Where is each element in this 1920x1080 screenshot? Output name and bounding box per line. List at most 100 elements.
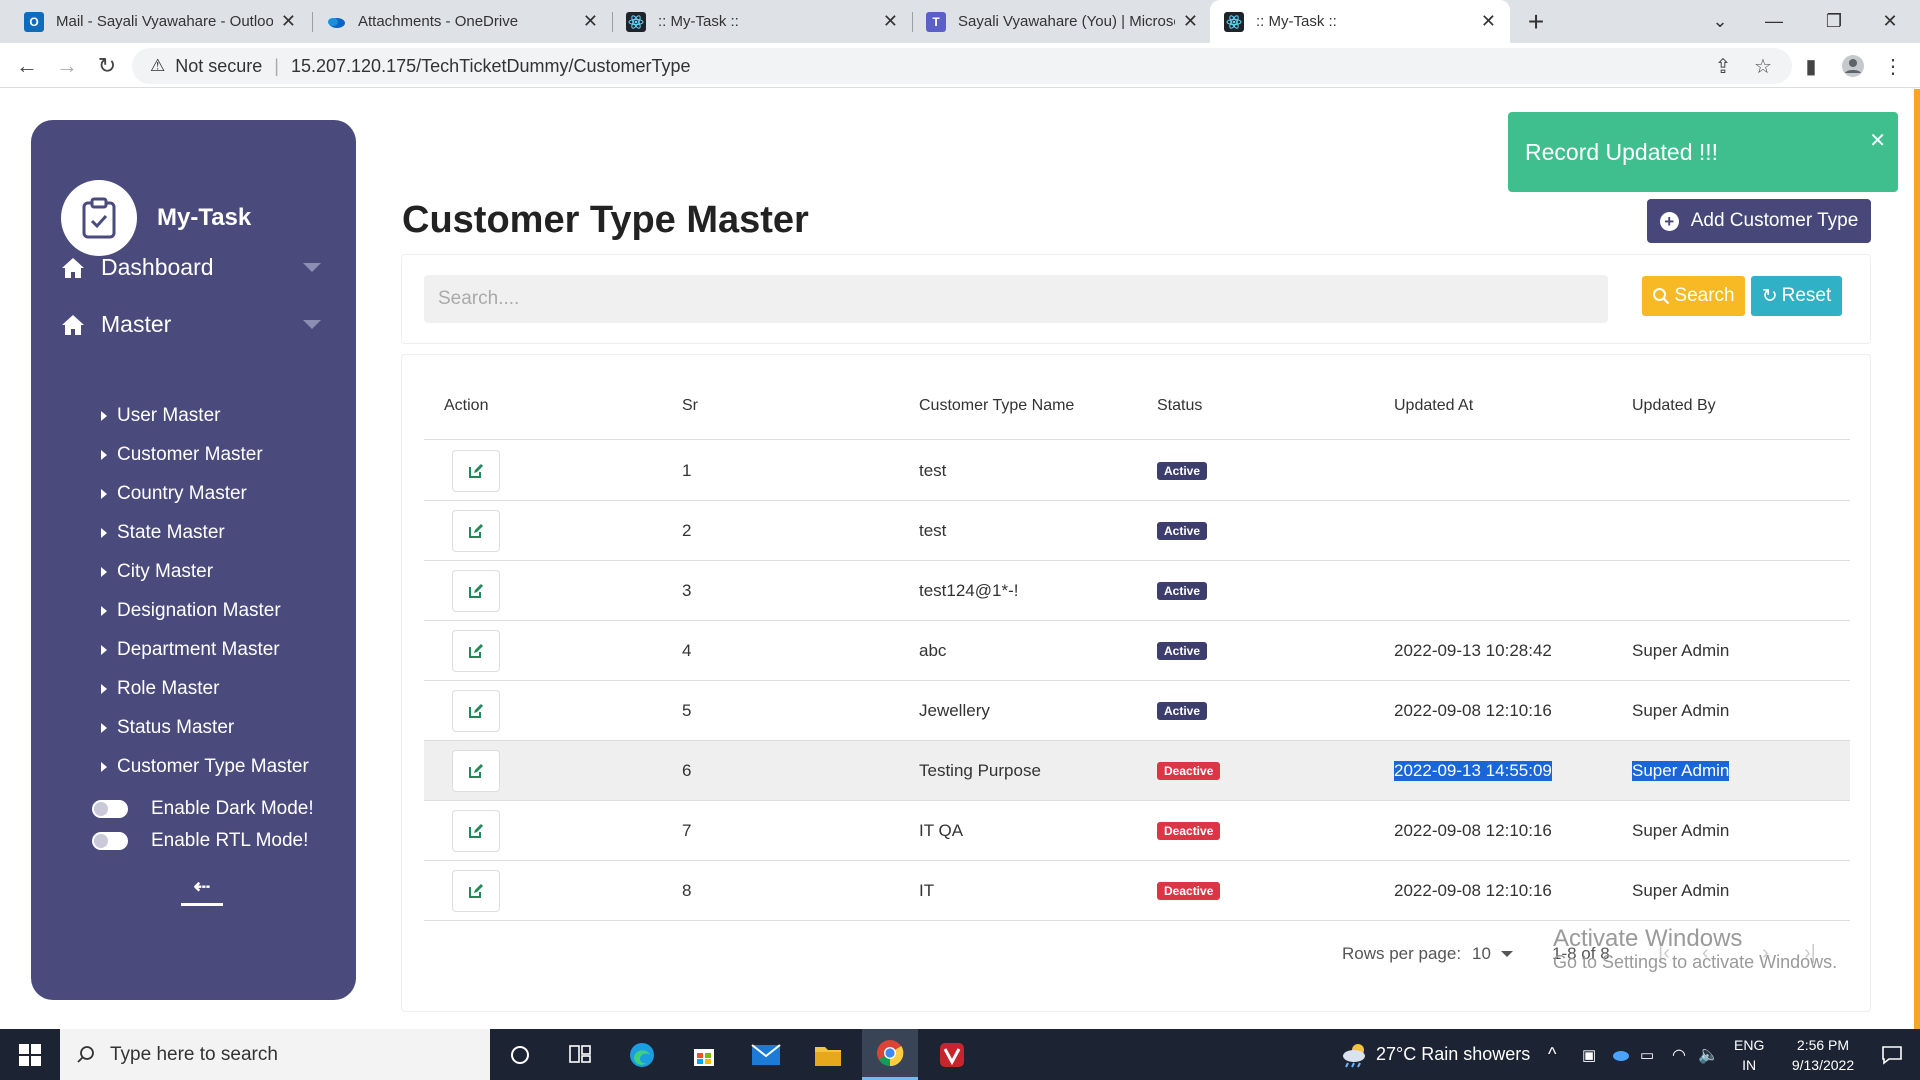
- collapse-sidebar-button[interactable]: ⇠: [179, 875, 225, 911]
- tab-close-icon[interactable]: ✕: [1183, 11, 1198, 32]
- edit-icon: [469, 824, 483, 838]
- tab-teams[interactable]: T Sayali Vyawahare (You) | Microsoft Tea…: [912, 0, 1212, 43]
- search-button[interactable]: Search: [1642, 276, 1745, 316]
- tray-network-device-icon[interactable]: ▣: [1582, 1029, 1596, 1080]
- status-badge: Deactive: [1157, 882, 1221, 900]
- chrome-icon[interactable]: [862, 1029, 918, 1080]
- notification-center-icon[interactable]: [1872, 1029, 1912, 1080]
- toggle-switch[interactable]: [92, 832, 128, 850]
- share-icon[interactable]: ⇪: [1708, 51, 1738, 81]
- file-explorer-icon[interactable]: [800, 1029, 856, 1080]
- home-icon: [61, 314, 87, 336]
- edit-icon: [469, 584, 483, 598]
- sidebar-item-role-master[interactable]: Role Master: [101, 669, 351, 708]
- sidebar-item-status-master[interactable]: Status Master: [101, 708, 351, 747]
- taskbar-search[interactable]: Type here to search: [60, 1029, 490, 1080]
- microsoft-store-icon[interactable]: [676, 1029, 732, 1080]
- cell-updated-by: Super Admin: [1632, 641, 1730, 660]
- onedrive-icon: [326, 12, 346, 32]
- add-customer-type-button[interactable]: + Add Customer Type: [1647, 199, 1871, 243]
- vivaldi-icon[interactable]: [924, 1029, 980, 1080]
- sidebar-item-designation-master[interactable]: Designation Master: [101, 591, 351, 630]
- tab-onedrive[interactable]: Attachments - OneDrive ✕: [312, 0, 612, 43]
- sidebar-item-user-master[interactable]: User Master: [101, 396, 351, 435]
- search-input[interactable]: [424, 275, 1608, 323]
- clipboard-check-icon: [61, 180, 137, 256]
- profile-avatar-icon[interactable]: [1838, 51, 1868, 81]
- windows-start-icon[interactable]: [8, 1037, 52, 1073]
- rows-per-page-select[interactable]: 10: [1472, 944, 1513, 964]
- edit-icon: [469, 884, 483, 898]
- sidebar-item-customer-type-master[interactable]: Customer Type Master: [101, 747, 351, 786]
- toggle-switch[interactable]: [92, 800, 128, 818]
- tab-close-icon[interactable]: ✕: [281, 11, 296, 32]
- close-icon[interactable]: ✕: [1869, 128, 1886, 153]
- tab-search-chevron-icon[interactable]: ⌄: [1690, 0, 1750, 43]
- side-panel-icon[interactable]: ▮: [1796, 51, 1826, 81]
- bookmark-star-icon[interactable]: ☆: [1748, 51, 1778, 81]
- tab-close-icon[interactable]: ✕: [883, 11, 898, 32]
- minimize-icon[interactable]: —: [1744, 0, 1804, 43]
- page-content: My-Task Dashboard Master User Master Cus…: [0, 89, 1920, 1029]
- reload-icon[interactable]: ↻: [92, 51, 122, 81]
- brand[interactable]: My-Task: [61, 180, 251, 256]
- tab-my-task-active[interactable]: :: My-Task :: ✕: [1210, 0, 1510, 43]
- cell-updated-at: 2022-09-08 12:10:16: [1394, 821, 1552, 840]
- weather-widget[interactable]: 27°C Rain showers: [1340, 1029, 1530, 1080]
- tab-close-icon[interactable]: ✕: [1481, 11, 1496, 32]
- sidebar-item-country-master[interactable]: Country Master: [101, 474, 351, 513]
- nav-dashboard[interactable]: Dashboard: [61, 254, 321, 281]
- sidebar-item-department-master[interactable]: Department Master: [101, 630, 351, 669]
- back-arrow-icon[interactable]: ←: [12, 51, 42, 81]
- language-indicator[interactable]: ENG IN: [1734, 1029, 1764, 1080]
- nav-master[interactable]: Master: [61, 311, 321, 338]
- window-close-icon[interactable]: ✕: [1860, 0, 1920, 43]
- cortana-icon[interactable]: [492, 1029, 548, 1080]
- page-scrollbar[interactable]: [1914, 89, 1920, 1029]
- nav-label: Dashboard: [101, 254, 214, 280]
- sidebar-item-customer-master[interactable]: Customer Master: [101, 435, 351, 474]
- cell-sr: 1: [682, 461, 692, 480]
- table-row: 5 Jewellery Active 2022-09-08 12:10:16 S…: [424, 681, 1850, 741]
- more-menu-icon[interactable]: ⋮: [1878, 51, 1908, 81]
- mail-icon[interactable]: [738, 1029, 794, 1080]
- status-badge: Active: [1157, 462, 1208, 480]
- refresh-icon: ↻: [1761, 285, 1778, 307]
- reset-button-label: Reset: [1781, 285, 1832, 306]
- tray-chevron-up-icon[interactable]: ^: [1548, 1029, 1556, 1080]
- edit-button[interactable]: [452, 570, 500, 612]
- address-bar[interactable]: ⚠ Not secure | 15.207.120.175/TechTicket…: [132, 48, 1792, 84]
- clock[interactable]: 2:56 PM 9/13/2022: [1776, 1029, 1870, 1080]
- toggle-label: Enable RTL Mode!: [151, 830, 309, 851]
- edge-icon[interactable]: [614, 1029, 670, 1080]
- search-icon: [1653, 288, 1670, 305]
- dark-mode-toggle[interactable]: Enable Dark Mode!: [92, 798, 314, 820]
- edit-button[interactable]: [452, 450, 500, 492]
- task-view-icon[interactable]: [552, 1029, 608, 1080]
- new-tab-plus-icon[interactable]: +: [1518, 4, 1554, 40]
- edit-button[interactable]: [452, 750, 500, 792]
- rtl-mode-toggle[interactable]: Enable RTL Mode!: [92, 830, 308, 852]
- cell-sr: 3: [682, 581, 692, 600]
- tab-close-icon[interactable]: ✕: [583, 11, 598, 32]
- table-row-selected: 6 Testing Purpose Deactive 2022-09-13 14…: [424, 741, 1850, 801]
- browser-tab-strip: O Mail - Sayali Vyawahare - Outlook ✕ At…: [0, 0, 1920, 43]
- tray-battery-icon[interactable]: ▭: [1640, 1029, 1654, 1080]
- outlook-icon: O: [24, 11, 44, 32]
- edit-button[interactable]: [452, 510, 500, 552]
- tab-outlook[interactable]: O Mail - Sayali Vyawahare - Outlook ✕: [10, 0, 310, 43]
- tray-volume-icon[interactable]: 🔈: [1698, 1029, 1719, 1080]
- tray-wifi-icon[interactable]: ◠: [1672, 1029, 1686, 1080]
- edit-button[interactable]: [452, 810, 500, 852]
- sidebar-item-city-master[interactable]: City Master: [101, 552, 351, 591]
- edit-button[interactable]: [452, 690, 500, 732]
- edit-button[interactable]: [452, 870, 500, 912]
- taskbar-search-placeholder: Type here to search: [110, 1043, 278, 1065]
- maximize-icon[interactable]: ❐: [1804, 0, 1864, 43]
- tray-onedrive-icon[interactable]: [1610, 1029, 1630, 1080]
- sidebar-item-state-master[interactable]: State Master: [101, 513, 351, 552]
- reset-button[interactable]: ↻ Reset: [1751, 276, 1842, 316]
- forward-arrow-icon[interactable]: →: [52, 51, 82, 81]
- edit-button[interactable]: [452, 630, 500, 672]
- tab-my-task[interactable]: :: My-Task :: ✕: [612, 0, 912, 43]
